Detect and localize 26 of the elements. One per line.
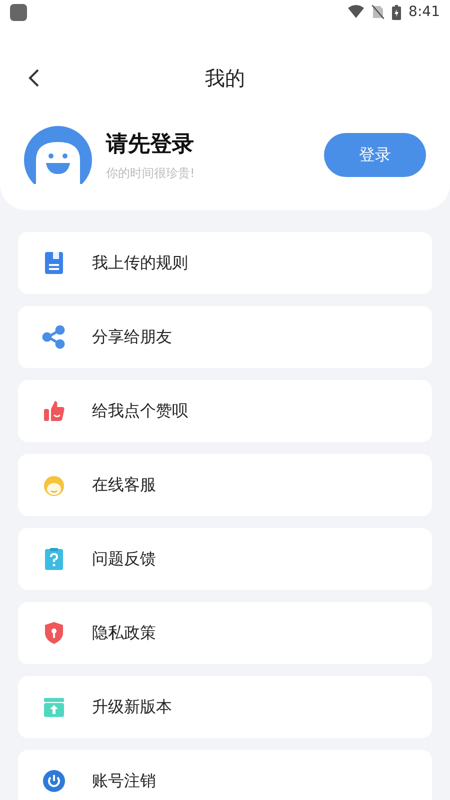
thumbs-up-icon (42, 399, 66, 423)
menu-item[interactable]: 给我点个赞呗 (18, 380, 432, 442)
wifi-icon (348, 5, 364, 19)
shield-icon (42, 621, 66, 645)
no-sim-icon (372, 5, 384, 19)
power-icon (42, 769, 66, 793)
menu-item[interactable]: 问题反馈 (18, 528, 432, 590)
menu-item[interactable]: 在线客服 (18, 454, 432, 516)
avatar-icon (24, 126, 92, 184)
menu-item[interactable]: 分享给朋友 (18, 306, 432, 368)
upload-box-icon (42, 695, 66, 719)
menu-item[interactable]: 我上传的规则 (18, 232, 432, 294)
menu-item[interactable]: 升级新版本 (18, 676, 432, 738)
app-notification-icon (10, 4, 27, 20)
battery-icon (392, 4, 401, 20)
document-icon (42, 251, 66, 275)
person-icon (42, 473, 66, 497)
menu-item[interactable]: 隐私政策 (18, 602, 432, 664)
clock-time: 8:41 (408, 4, 440, 20)
back-icon[interactable] (28, 68, 40, 88)
question-clipboard-icon (42, 547, 66, 571)
profile-subtitle: 你的时间很珍贵! (106, 164, 196, 182)
share-icon (42, 325, 66, 349)
menu-item[interactable]: 账号注销 (18, 750, 432, 800)
page-title: 我的 (205, 64, 245, 92)
login-prompt: 请先登录 (106, 130, 195, 158)
